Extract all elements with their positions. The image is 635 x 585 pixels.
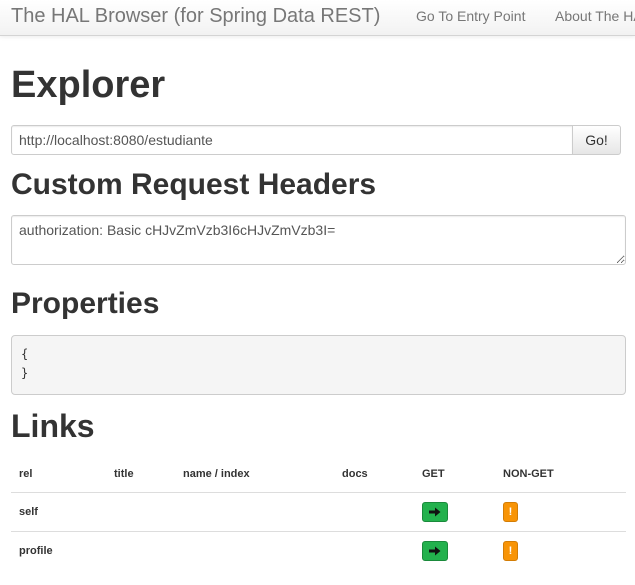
navbar: The HAL Browser (for Spring Data REST) G… — [0, 0, 635, 36]
link-rel-self: self — [19, 506, 38, 518]
column-header-title: title — [114, 468, 134, 480]
column-header-name-index: name / index — [183, 468, 250, 480]
links-title: Links — [11, 408, 95, 444]
about-link[interactable]: About The HAL Browser — [555, 8, 635, 24]
column-header-non-get: NON-GET — [503, 468, 554, 480]
url-input[interactable] — [11, 125, 573, 155]
arrow-right-icon — [429, 546, 441, 556]
exclamation-icon: ! — [508, 506, 513, 518]
explorer-title: Explorer — [11, 64, 166, 106]
go-to-entry-point-link[interactable]: Go To Entry Point — [416, 8, 525, 24]
non-get-button-profile[interactable]: ! — [503, 541, 518, 561]
column-header-rel: rel — [19, 468, 33, 480]
brand-link[interactable]: The HAL Browser (for Spring Data REST) — [11, 5, 380, 28]
non-get-button-self[interactable]: ! — [503, 502, 518, 522]
exclamation-icon: ! — [508, 545, 513, 557]
arrow-right-icon — [429, 507, 441, 517]
column-header-get: GET — [422, 468, 445, 480]
link-rel-profile: profile — [19, 545, 53, 557]
properties-json: {} — [11, 335, 626, 395]
column-header-docs: docs — [342, 468, 368, 480]
request-headers-textarea[interactable]: authorization: Basic cHJvZmVzb3I6cHJvZmV… — [11, 215, 626, 265]
custom-request-headers-title: Custom Request Headers — [11, 168, 377, 201]
properties-title: Properties — [11, 287, 160, 320]
row-divider — [11, 492, 626, 493]
get-button-self[interactable] — [422, 502, 448, 522]
get-button-profile[interactable] — [422, 541, 448, 561]
go-button[interactable]: Go! — [572, 125, 621, 155]
properties-line: } — [21, 366, 29, 380]
properties-line: { — [21, 347, 29, 361]
row-divider — [11, 531, 626, 532]
